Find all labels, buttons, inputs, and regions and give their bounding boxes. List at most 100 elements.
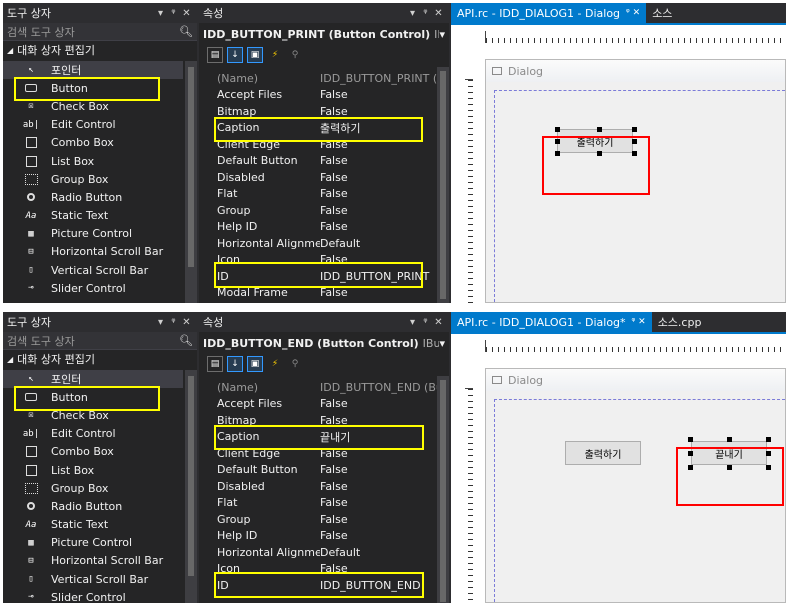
toolbox-item-button[interactable]: Button [3,388,183,406]
toolbox-item-button[interactable]: Button [3,79,183,97]
resize-handle[interactable] [597,151,602,156]
scroll-thumb[interactable] [188,67,194,267]
close-icon[interactable]: ✕ [180,317,193,328]
prop-row-disabled[interactable]: Disabled False [217,478,449,495]
resize-handle[interactable] [632,151,637,156]
toolbox-search-input[interactable]: 검색 도구 상자 🔍︎ [3,332,197,350]
scroll-thumb[interactable] [440,380,446,602]
dropdown-icon[interactable]: ▾ [154,8,167,19]
prop-row-accept-files[interactable]: Accept Files False [217,396,449,413]
expand-triangle-icon[interactable]: ◢ [7,355,13,364]
categorized-icon[interactable]: ▤ [207,47,223,63]
toolbox-item-radio-button[interactable]: Radio Button [3,497,183,515]
toolbox-item-radio-button[interactable]: Radio Button [3,188,183,206]
dropdown-icon[interactable]: ▾ [406,317,419,328]
toolbox-scrollbar[interactable] [185,370,197,603]
toolbox-group-dialog-editor[interactable]: ◢ 대화 상자 편집기 [3,350,197,368]
prop-row-client-edge[interactable]: Client Edge False [217,445,449,462]
dropdown-icon[interactable]: ▾ [406,8,419,19]
prop-row-accept-files[interactable]: Accept Files False [217,87,449,104]
print-button[interactable]: 출력하기 [565,441,641,465]
prop-row-bitmap[interactable]: Bitmap False [217,103,449,120]
toolbox-item-list-box[interactable]: List Box [3,152,183,170]
resize-handle[interactable] [597,127,602,132]
resize-handle[interactable] [688,451,693,456]
properties-icon[interactable]: ▣ [247,356,263,372]
pin-icon[interactable]: ᵠ [167,317,180,328]
prop-row-modal-frame[interactable]: Modal Frame False [217,285,449,302]
resize-handle[interactable] [555,151,560,156]
property-pages-icon[interactable]: ⚲ [287,356,303,372]
toolbox-item-static-text[interactable]: Aa Static Text [3,207,183,225]
prop-row-group[interactable]: Group False [217,511,449,528]
toolbox-item-edit-control[interactable]: ab| Edit Control [3,425,183,443]
toolbox-item-static-text[interactable]: Aa Static Text [3,516,183,534]
search-icon[interactable]: 🔍︎ [179,334,193,347]
resize-handle[interactable] [688,465,693,470]
prop-row-horizontal-alignment[interactable]: Horizontal AlignmentDefault [217,235,449,252]
prop-row-name[interactable]: (Name)IDD_BUTTON_END (Button [217,379,449,396]
prop-row-horizontal-alignment[interactable]: Horizontal AlignmentDefault [217,544,449,561]
prop-row-help-id[interactable]: Help ID False [217,219,449,236]
toolbox-item-vscroll[interactable]: ▯ Vertical Scroll Bar [3,261,183,279]
prop-row-caption[interactable]: Caption 출력하기 [217,120,449,137]
prop-row-client-edge[interactable]: Client Edge False [217,136,449,153]
prop-row-caption[interactable]: Caption 끝내기 [217,429,449,446]
dialog-client-area[interactable] [494,399,785,602]
print-button[interactable]: 출력하기 [557,129,633,153]
prop-row-help-id[interactable]: Help ID False [217,528,449,545]
toolbox-search-input[interactable]: 검색 도구 상자 🔍︎ [3,23,197,41]
prop-row-flat[interactable]: Flat False [217,495,449,512]
resize-handle[interactable] [688,437,693,442]
toolbox-item-combo-box[interactable]: Combo Box [3,443,183,461]
prop-row-group[interactable]: Group False [217,202,449,219]
chevron-down-icon[interactable]: ▾ [439,337,445,350]
toolbox-item-group-box[interactable]: Group Box [3,479,183,497]
dialog-preview[interactable]: Dialog 출력하기 [485,59,786,303]
pin-icon[interactable]: ᵠ [419,8,432,19]
pin-icon[interactable]: ᵠ [419,317,432,328]
tab-api-rc-dialog[interactable]: API.rc - IDD_DIALOG1 - Dialog ᵠ ✕ [451,3,647,23]
toolbox-item-list-box[interactable]: List Box [3,461,183,479]
tab-pin-close-icon[interactable]: ᵠ ✕ [632,317,646,327]
properties-scrollbar[interactable] [437,67,449,303]
properties-scrollbar[interactable] [437,376,449,603]
prop-row-icon[interactable]: Icon False [217,561,449,578]
design-surface[interactable]: Dialog 출력하기 끝내기 [451,334,786,603]
toolbox-item-pointer[interactable]: ↖ 포인터 [3,370,183,389]
dialog-preview[interactable]: Dialog 출력하기 끝내기 [485,368,786,603]
resize-handle[interactable] [727,465,732,470]
prop-row-bitmap[interactable]: Bitmap False [217,412,449,429]
pin-icon[interactable]: ᵠ [167,8,180,19]
end-button[interactable]: 끝내기 [691,441,767,465]
scroll-thumb[interactable] [188,376,194,576]
prop-row-name[interactable]: (Name)IDD_BUTTON_PRINT (Butto [217,70,449,87]
resize-handle[interactable] [555,139,560,144]
chevron-down-icon[interactable]: ▾ [439,28,445,41]
toolbox-item-checkbox[interactable]: ☒ Check Box [3,406,183,424]
dialog-client-area[interactable] [494,90,785,302]
prop-row-default-button[interactable]: Default Button False [217,153,449,170]
alphabetical-icon[interactable]: ↓ [227,47,243,63]
prop-row-id[interactable]: ID IDD_BUTTON_PRINT [217,268,449,285]
events-icon[interactable]: ⚡ [267,47,283,63]
toolbox-item-vscroll[interactable]: ▯ Vertical Scroll Bar [3,570,183,588]
object-selector[interactable]: IDD_BUTTON_PRINT (Button Control) IButto… [199,23,449,45]
toolbox-item-checkbox[interactable]: ☒ Check Box [3,97,183,115]
design-surface[interactable]: Dialog 출력하기 [451,25,786,303]
prop-row-flat[interactable]: Flat False [217,186,449,203]
resize-handle[interactable] [632,127,637,132]
alphabetical-icon[interactable]: ↓ [227,356,243,372]
events-icon[interactable]: ⚡ [267,356,283,372]
toolbox-item-pointer[interactable]: ↖ 포인터 [3,61,183,80]
toolbox-item-hscroll[interactable]: ⊟ Horizontal Scroll Bar [3,243,183,261]
search-icon[interactable]: 🔍︎ [179,25,193,38]
close-icon[interactable]: ✕ [180,8,193,19]
tab-api-rc-dialog[interactable]: API.rc - IDD_DIALOG1 - Dialog* ᵠ ✕ [451,312,652,332]
tab-pin-close-icon[interactable]: ᵠ ✕ [626,8,640,18]
close-icon[interactable]: ✕ [432,317,445,328]
resize-handle[interactable] [555,127,560,132]
resize-handle[interactable] [727,437,732,442]
prop-row-default-button[interactable]: Default Button False [217,462,449,479]
tab-source[interactable]: 소스 [646,3,678,23]
